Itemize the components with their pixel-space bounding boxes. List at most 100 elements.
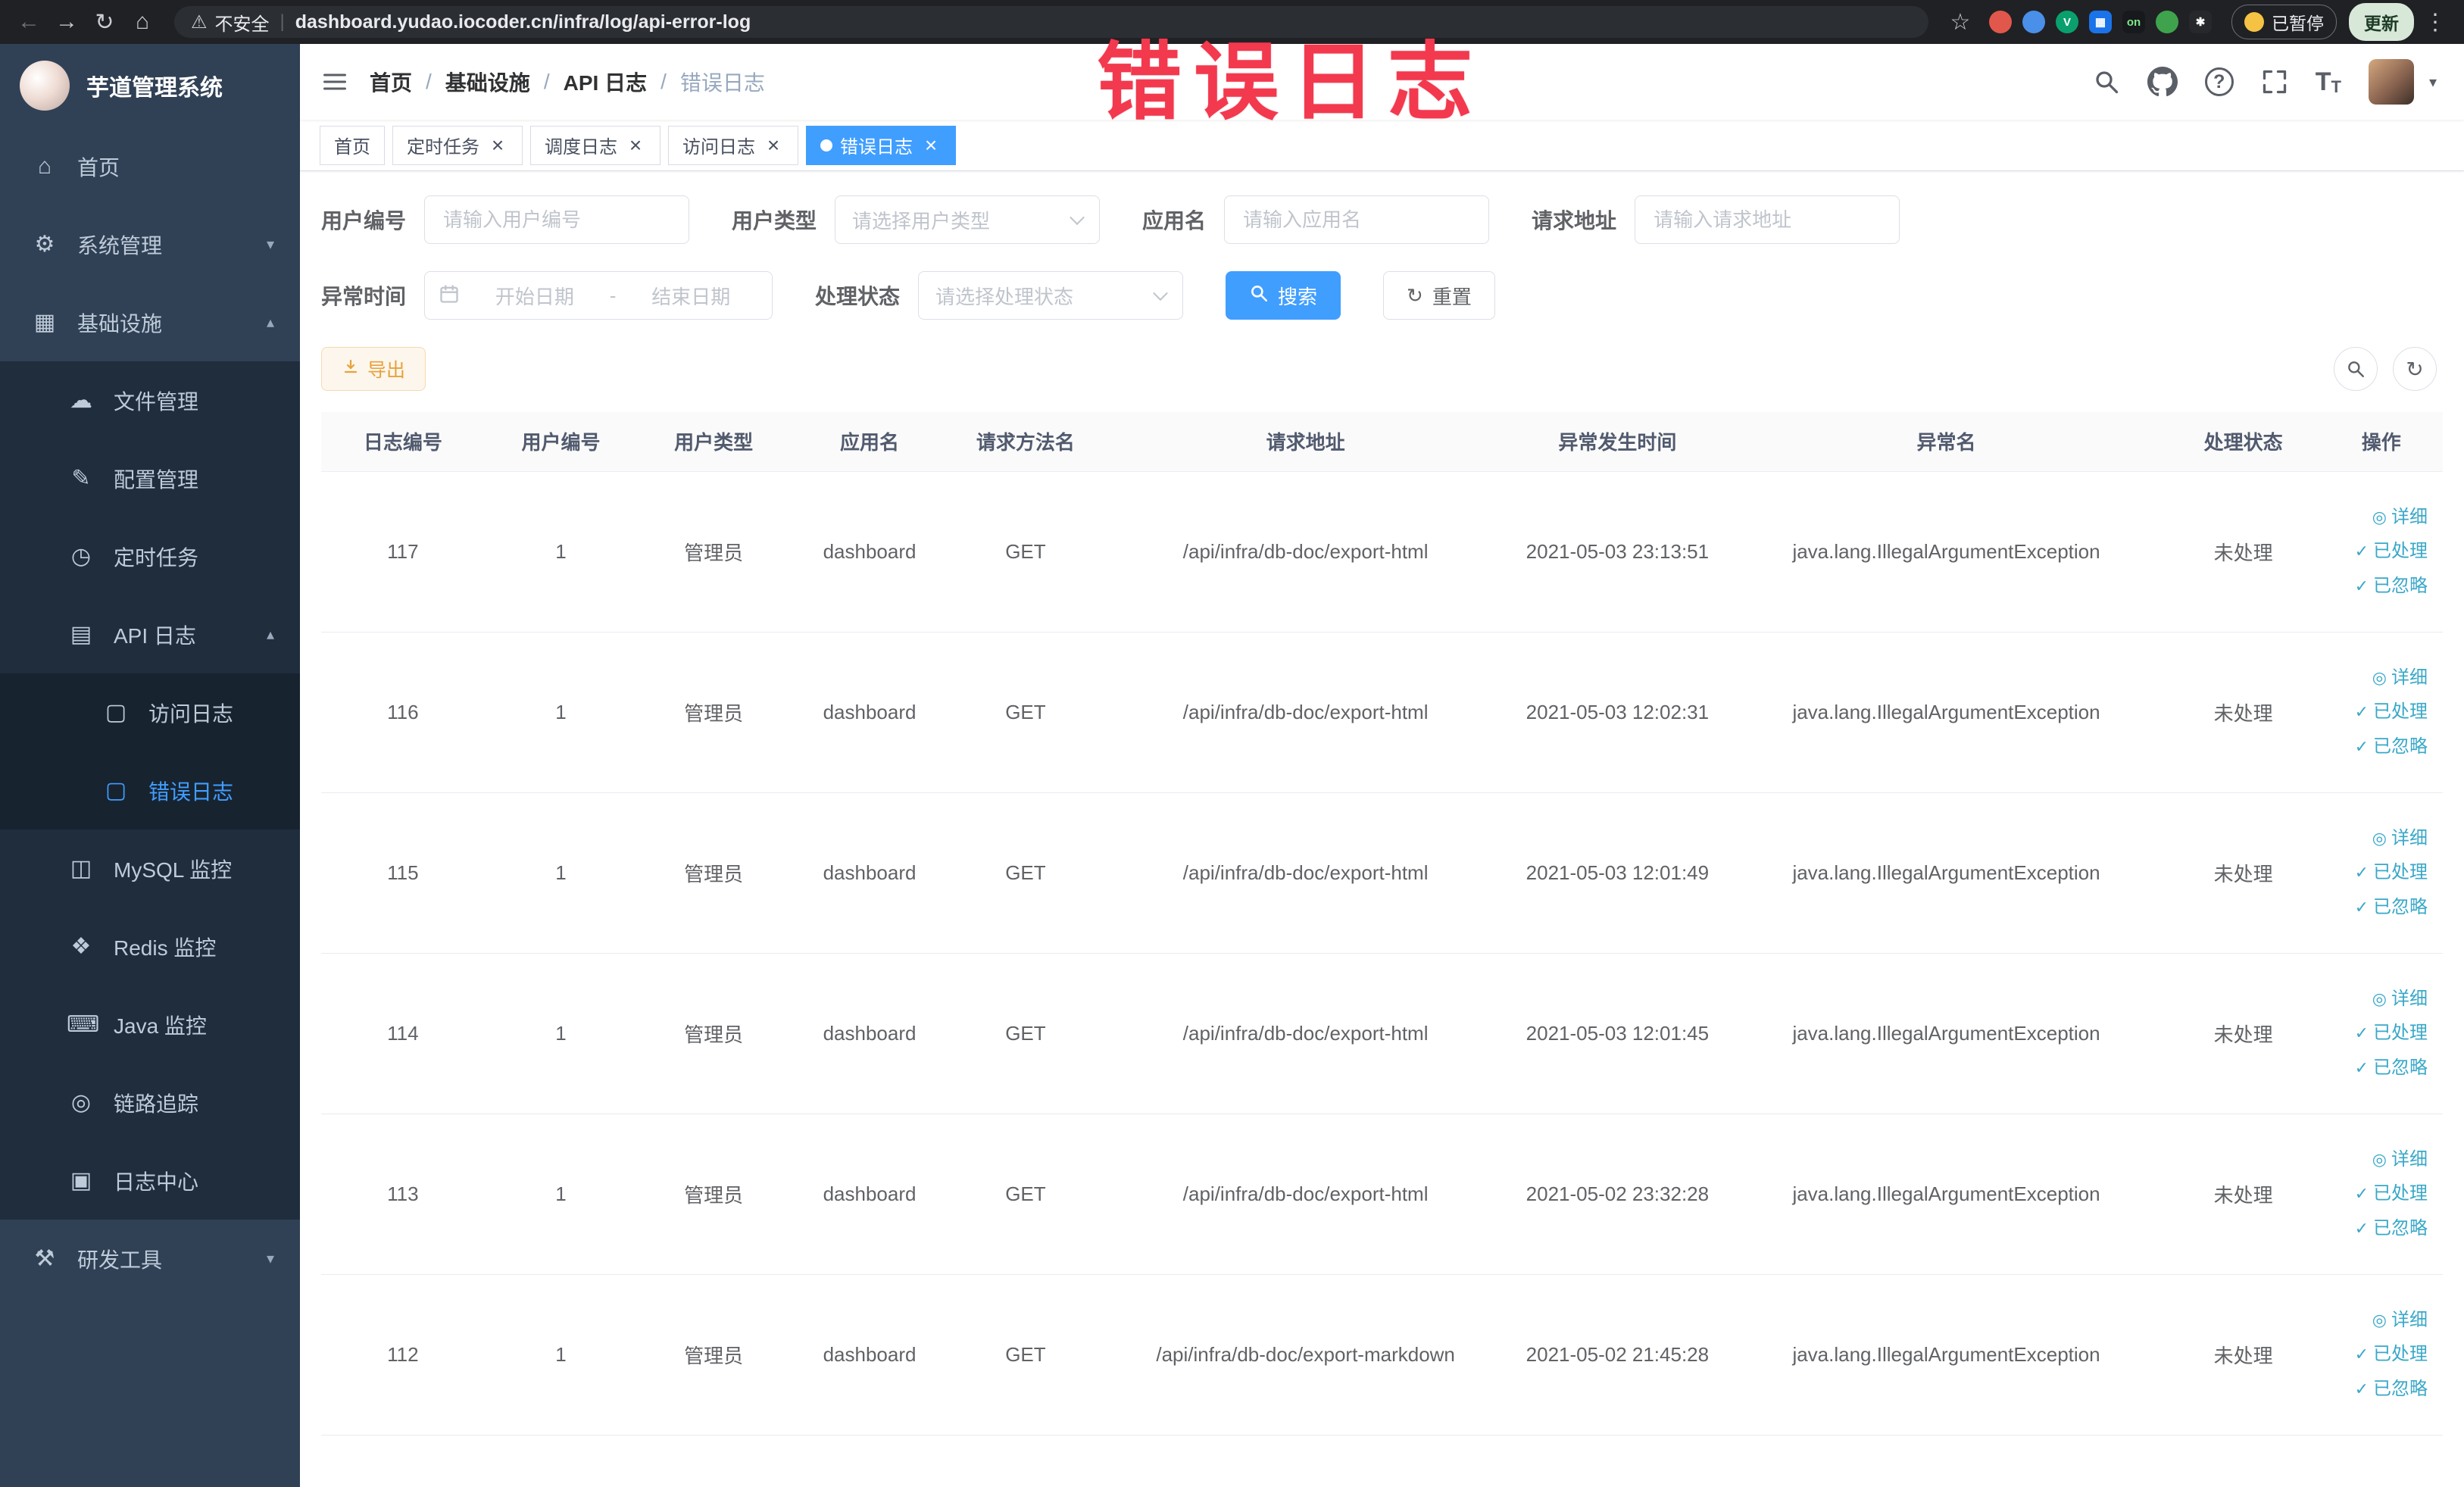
sidebar-item-label: 基础设施 [77,311,163,336]
processed-link[interactable]: ✓ 已处理 [2327,534,2428,569]
processed-link[interactable]: ✓ 已处理 [2327,695,2428,729]
help-icon[interactable]: ? [2204,67,2234,96]
date-range-picker[interactable]: 开始日期 - 结束日期 [424,271,773,320]
sidebar-item[interactable]: ▤ API 日志 ▴ [0,595,300,673]
extension-icon[interactable] [2156,11,2178,33]
sidebar-item[interactable]: ❖ Redis 监控 [0,908,300,986]
close-icon[interactable]: × [920,134,942,156]
export-button[interactable]: 导出 [321,347,426,391]
sidebar-item[interactable]: ▣ 日志中心 [0,1142,300,1220]
breadcrumb-item[interactable]: API 日志 [564,67,647,97]
sidebar-item[interactable]: ⌨ Java 监控 [0,986,300,1064]
user-id-input[interactable] [424,195,690,244]
cell-id: 115 [321,792,485,954]
request-url-input[interactable] [1635,195,1900,244]
refresh-table-button[interactable]: ↻ [2393,347,2437,391]
sidebar-item-label: 链路追踪 [114,1092,199,1116]
sidebar-item[interactable]: ⚙ 系统管理 ▾ [0,205,300,283]
app-logo[interactable]: 芋道管理系统 [0,44,300,127]
tab[interactable]: 首页 [320,125,385,165]
caret-down-icon[interactable]: ▾ [2429,73,2437,92]
extension-icon[interactable]: ▦ [2089,11,2112,33]
user-type-select[interactable]: 请选择用户类型 [835,195,1101,244]
cell-user-type: 管理员 [637,471,791,633]
extension-icon[interactable]: V [2056,11,2078,33]
column-header: 用户类型 [637,412,791,472]
back-icon[interactable]: ← [12,5,45,39]
tab-label: 定时任务 [407,137,479,158]
sidebar-item[interactable]: ◷ 定时任务 [0,517,300,595]
cell-time: 2021-05-02 23:32:28 [1509,1114,1726,1275]
processed-link[interactable]: ✓ 已处理 [2327,1016,2428,1051]
processed-link[interactable]: ✓ 已处理 [2327,1176,2428,1211]
sidebar-item[interactable]: ▢ 错误日志 [0,751,300,829]
detail-link[interactable]: ◎ 详细 [2327,1303,2428,1338]
detail-link[interactable]: ◎ 详细 [2327,500,2428,535]
hamburger-icon[interactable] [300,68,370,95]
search-button[interactable]: 搜索 [1226,271,1341,320]
ignored-link[interactable]: ✓ 已忽略 [2327,729,2428,764]
toggle-search-button[interactable] [2334,347,2378,391]
close-icon[interactable]: × [487,134,508,156]
sidebar-item[interactable]: ☁ 文件管理 [0,361,300,439]
app-name-input[interactable] [1224,195,1490,244]
breadcrumb-item[interactable]: 基础设施 [445,67,530,97]
mysql-icon: ◫ [70,856,92,881]
extension-icon[interactable] [2022,11,2045,33]
close-icon[interactable]: × [763,134,784,156]
sidebar-item[interactable]: ▢ 访问日志 [0,673,300,751]
processed-link[interactable]: ✓ 已处理 [2327,1337,2428,1372]
sidebar-item[interactable]: ✎ 配置管理 [0,439,300,517]
search-icon[interactable] [2093,68,2120,95]
tab[interactable]: 调度日志 × [530,125,661,165]
export-button-label: 导出 [367,360,406,381]
ignored-link[interactable]: ✓ 已忽略 [2327,569,2428,604]
tab[interactable]: 错误日志 × [806,125,956,165]
check-icon: ✓ [2354,576,2369,595]
browser-toolbar: ← → ↻ ⌂ ⚠ 不安全 | dashboard.yudao.iocoder.… [0,0,2464,44]
extension-icon[interactable] [1989,11,2012,33]
detail-link[interactable]: ◎ 详细 [2327,821,2428,856]
detail-link[interactable]: ◎ 详细 [2327,1142,2428,1177]
fullscreen-icon[interactable] [2261,68,2288,95]
sidebar-item[interactable]: ⌂ 首页 [0,127,300,205]
address-bar[interactable]: ⚠ 不安全 | dashboard.yudao.iocoder.cn/infra… [174,6,1928,38]
forward-icon[interactable]: → [50,5,83,39]
ignored-link[interactable]: ✓ 已忽略 [2327,1051,2428,1086]
column-header: 应用名 [790,412,950,472]
cell-status: 未处理 [2166,471,2320,633]
menu-dots-icon[interactable]: ⋮ [2419,5,2452,39]
reload-icon[interactable]: ↻ [88,5,121,39]
user-avatar[interactable] [2368,59,2414,105]
sidebar-item[interactable]: ◎ 链路追踪 [0,1064,300,1142]
ignored-link[interactable]: ✓ 已忽略 [2327,1372,2428,1407]
tab[interactable]: 定时任务 × [392,125,523,165]
bookmark-star-icon[interactable]: ☆ [1944,5,1977,39]
extension-icon[interactable]: ✱ [2189,11,2212,33]
cell-exception: java.lang.IllegalArgumentException [1725,1274,2167,1435]
processed-link[interactable]: ✓ 已处理 [2327,855,2428,890]
tab[interactable]: 访问日志 × [668,125,798,165]
paused-chip[interactable]: 已暂停 [2231,5,2337,39]
ignored-link[interactable]: ✓ 已忽略 [2327,1211,2428,1246]
font-size-icon[interactable]: TT [2316,67,2341,97]
cell-url: /api/infra/db-doc/export-html [1101,632,1510,793]
extension-icon[interactable]: on [2122,11,2145,33]
breadcrumb-item[interactable]: 首页 [370,67,412,97]
cell-status: 未处理 [2166,632,2320,793]
sidebar-item[interactable]: ⚒ 研发工具 ▾ [0,1220,300,1298]
cell-id: 114 [321,953,485,1114]
process-status-select[interactable]: 请选择处理状态 [918,271,1184,320]
close-icon[interactable]: × [625,134,646,156]
reset-button[interactable]: ↻ 重置 [1383,271,1495,320]
ignored-link[interactable]: ✓ 已忽略 [2327,890,2428,925]
github-icon[interactable] [2147,67,2178,97]
sidebar-item[interactable]: ◫ MySQL 监控 [0,829,300,908]
detail-link[interactable]: ◎ 详细 [2327,661,2428,695]
detail-link[interactable]: ◎ 详细 [2327,982,2428,1017]
table-row: 112 1 管理员 dashboard GET/api/infra/db-doc/exp… [321,1274,2443,1435]
sidebar-item[interactable]: ▦ 基础设施 ▴ [0,283,300,361]
sidebar-item-label: API 日志 [114,623,196,648]
update-button[interactable]: 更新 [2349,3,2414,41]
home-icon[interactable]: ⌂ [126,5,159,39]
